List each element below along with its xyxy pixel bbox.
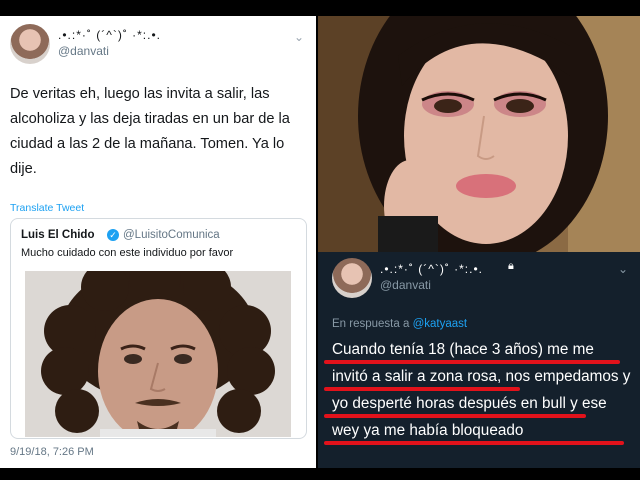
highlight-underline [324,360,620,364]
reply-prefix: En respuesta a [332,318,410,330]
reply-mention-link[interactable]: @katyaast [413,318,468,330]
translate-tweet-link[interactable]: Translate Tweet [10,202,84,214]
verified-icon: ✓ [107,229,119,241]
avatar[interactable] [332,258,372,298]
left-tweet-card: .•.:*·˚ (´^`)˚ ·*:.•. @danvati ⌄ De veri… [0,16,316,468]
tweet-text: De veritas eh, luego las invita a salir,… [10,86,290,177]
quoted-tweet[interactable]: Luis El Chido ✓ @LuisitoComunica Mucho c… [10,218,307,439]
portrait-illustration [25,271,291,437]
avatar[interactable] [10,24,50,64]
user-handle[interactable]: @danvati [380,278,431,292]
tweet-timestamp[interactable]: 9/19/18, 7:26 PM [10,446,94,458]
selfie-illustration [318,16,640,252]
quoted-tweet-text: Mucho cuidado con este individuo por fav… [21,247,234,259]
quoted-display-name: Luis El Chido [21,229,95,241]
quoted-handle: @LuisitoComunica [123,229,220,241]
chevron-down-icon[interactable]: ⌄ [294,30,304,44]
chevron-down-icon[interactable]: ⌄ [618,262,628,276]
quoted-photo[interactable] [25,271,291,437]
lock-icon: 🔒︎ [508,260,514,272]
reply-tweet-card: .•.:*·˚ (´^`)˚ ·*:.•. 🔒︎ @danvati ⌄ En r… [318,252,640,468]
selfie-photo [318,16,640,252]
display-name[interactable]: .•.:*·˚ (´^`)˚ ·*:.•. [380,262,483,276]
highlight-underline [324,414,586,418]
highlight-underline [324,441,624,445]
user-handle[interactable]: @danvati [58,44,109,58]
highlight-underline [324,387,520,391]
reply-context: En respuesta a @katyaast [332,318,467,330]
display-name[interactable]: .•.:*·˚ (´^`)˚ ·*:.•. [58,28,161,42]
